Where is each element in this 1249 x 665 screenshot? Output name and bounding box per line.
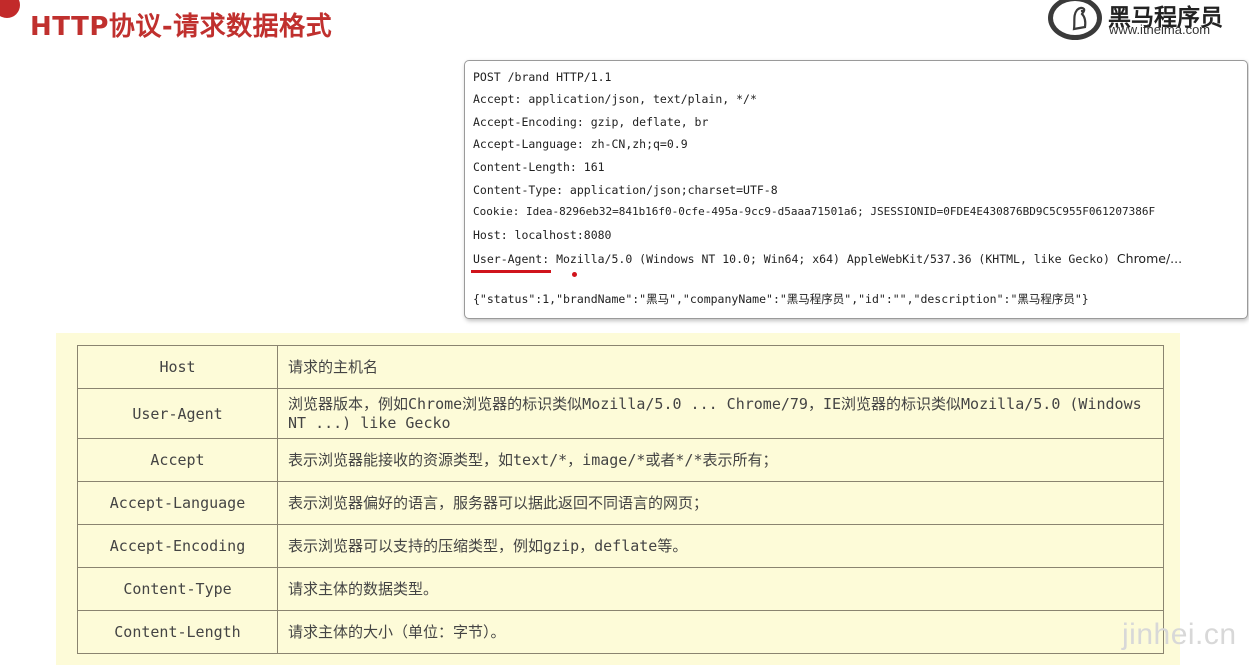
user-agent-tail: Chrome/... <box>1116 251 1183 266</box>
user-agent-underline <box>471 270 551 273</box>
request-header-line-user-agent: User-Agent: Mozilla/5.0 (Windows NT 10.0… <box>473 251 1182 266</box>
request-body: {"status":1,"brandName":"黑马","companyNam… <box>473 292 1089 306</box>
watermark: jinhei.cn <box>1122 618 1237 651</box>
header-description: 请求的主机名 <box>277 345 1164 389</box>
request-header-line: Accept: application/json, text/plain, */… <box>473 92 757 106</box>
header-name: Accept-Language <box>77 481 278 525</box>
header-name: Host <box>77 345 278 389</box>
request-header-line: Content-Length: 161 <box>473 160 605 174</box>
header-description: 表示浏览器可以支持的压缩类型，例如gzip，deflate等。 <box>277 524 1164 568</box>
table-row: Content-Type 请求主体的数据类型。 <box>77 567 1164 611</box>
request-header-line: Content-Type: application/json;charset=U… <box>473 183 778 197</box>
table-row: Accept-Language 表示浏览器偏好的语言，服务器可以据此返回不同语言… <box>77 481 1164 525</box>
horse-logo-icon <box>1048 0 1102 40</box>
table-row: Host 请求的主机名 <box>77 345 1164 389</box>
horse-silhouette-icon <box>1072 6 1087 31</box>
header-name: Accept <box>77 438 278 482</box>
header-description: 表示浏览器能接收的资源类型，如text/*，image/*或者*/*表示所有； <box>277 438 1164 482</box>
request-header-line: Accept-Language: zh-CN,zh;q=0.9 <box>473 137 688 151</box>
table-row: Content-Length 请求主体的大小（单位：字节）。 <box>77 610 1164 654</box>
annotation-dot <box>572 272 577 277</box>
header-description: 浏览器版本，例如Chrome浏览器的标识类似Mozilla/5.0 ... Ch… <box>277 388 1164 439</box>
brand-logo: 黑马程序员 www.itheima.com <box>1046 0 1246 42</box>
logo-url: www.itheima.com <box>1109 22 1211 37</box>
user-agent-text: User-Agent: Mozilla/5.0 (Windows NT 10.0… <box>473 252 1110 266</box>
request-header-line: Cookie: Idea-8296eb32=841b16f0-0cfe-495a… <box>473 205 1156 218</box>
request-line: POST /brand HTTP/1.1 <box>473 70 612 84</box>
header-description: 请求主体的数据类型。 <box>277 567 1164 611</box>
header-description: 请求主体的大小（单位：字节）。 <box>277 610 1164 654</box>
header-description: 表示浏览器偏好的语言，服务器可以据此返回不同语言的网页； <box>277 481 1164 525</box>
title-bullet <box>0 0 20 18</box>
page-title: HTTP协议-请求数据格式 <box>30 12 333 42</box>
header-name: User-Agent <box>77 388 278 439</box>
header-name: Content-Length <box>77 610 278 654</box>
request-header-line: Accept-Encoding: gzip, deflate, br <box>473 115 709 129</box>
table-row: Accept-Encoding 表示浏览器可以支持的压缩类型，例如gzip，de… <box>77 524 1164 568</box>
request-header-line: Host: localhost:8080 <box>473 228 612 242</box>
http-request-sample: POST /brand HTTP/1.1 Accept: application… <box>464 60 1248 319</box>
headers-table: Host 请求的主机名 User-Agent 浏览器版本，例如Chrome浏览器… <box>77 345 1164 654</box>
table-row: User-Agent 浏览器版本，例如Chrome浏览器的标识类似Mozilla… <box>77 388 1164 439</box>
table-row: Accept 表示浏览器能接收的资源类型，如text/*，image/*或者*/… <box>77 438 1164 482</box>
header-name: Content-Type <box>77 567 278 611</box>
header-name: Accept-Encoding <box>77 524 278 568</box>
headers-panel: Host 请求的主机名 User-Agent 浏览器版本，例如Chrome浏览器… <box>56 333 1180 665</box>
